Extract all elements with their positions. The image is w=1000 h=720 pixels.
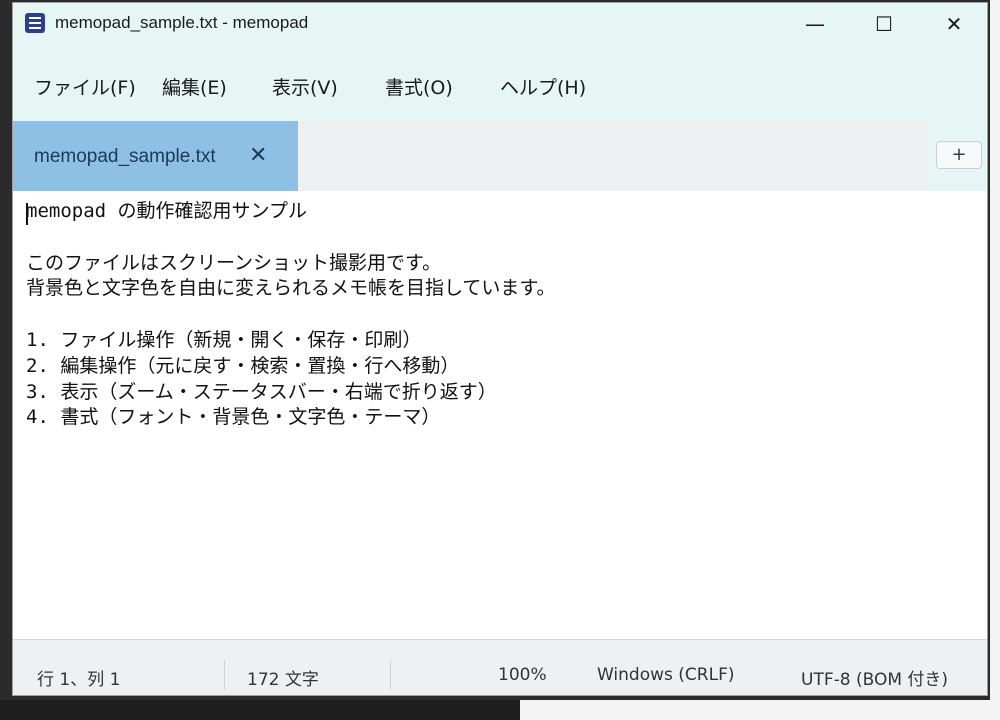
menu-format[interactable]: 書式(O) (385, 73, 453, 100)
tab-memopad-sample[interactable]: memopad_sample.txt ✕ (13, 121, 298, 191)
tab-close-icon[interactable]: ✕ (249, 143, 267, 168)
title-bar[interactable]: memopad_sample.txt - memopad — ☐ ✕ (13, 3, 987, 45)
menu-file[interactable]: ファイル(F) (34, 73, 136, 100)
menu-bar: ファイル(F) 編集(E) 表示(V) 書式(O) ヘルプ(H) (13, 45, 987, 121)
status-zoom[interactable]: 100% (498, 665, 547, 685)
maximize-button[interactable]: ☐ (849, 3, 919, 45)
status-divider (390, 660, 391, 690)
status-encoding[interactable]: UTF-8 (BOM 付き) (801, 665, 948, 690)
menu-help[interactable]: ヘルプ(H) (500, 73, 586, 100)
memopad-window: memopad_sample.txt - memopad — ☐ ✕ ファイル(… (12, 2, 988, 696)
text-caret (26, 203, 28, 225)
menu-edit[interactable]: 編集(E) (162, 73, 227, 100)
new-tab-button[interactable]: + (936, 141, 982, 169)
background-window-edge (990, 0, 1000, 720)
close-button[interactable]: ✕ (919, 3, 987, 45)
status-divider (224, 660, 225, 690)
status-bar: 行 1、列 1 172 文字 100% Windows (CRLF) UTF-8… (13, 639, 987, 695)
tab-label: memopad_sample.txt (34, 146, 216, 167)
minimize-button[interactable]: — (780, 3, 850, 45)
menu-view[interactable]: 表示(V) (272, 73, 338, 100)
status-char-count: 172 文字 (247, 670, 319, 690)
text-editor[interactable]: memopad の動作確認用サンプル このファイルはスクリーンショット撮影用です… (13, 191, 987, 639)
status-cursor-position: 行 1、列 1 (37, 670, 121, 690)
editor-content[interactable]: memopad の動作確認用サンプル このファイルはスクリーンショット撮影用です… (26, 199, 556, 431)
tab-bar: memopad_sample.txt ✕ + (13, 121, 987, 191)
status-line-ending[interactable]: Windows (CRLF) (597, 665, 735, 685)
background-window-bottom (520, 700, 1000, 720)
window-title: memopad_sample.txt - memopad (55, 13, 309, 32)
notepad-icon (25, 13, 45, 33)
